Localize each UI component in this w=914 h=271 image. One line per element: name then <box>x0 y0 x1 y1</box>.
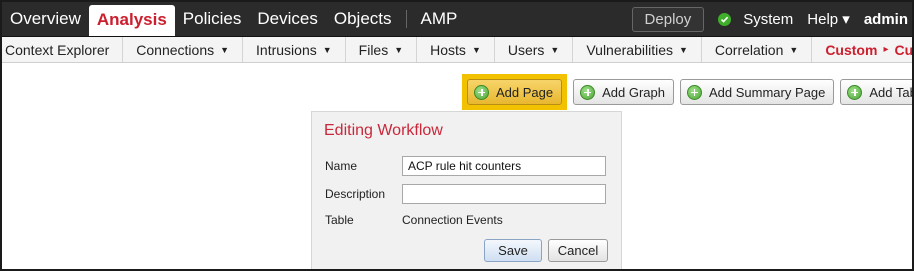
add-circle-icon <box>847 84 863 100</box>
subnav-correlation[interactable]: Correlation ▼ <box>702 37 813 62</box>
name-field[interactable] <box>402 156 606 176</box>
subnav-label: Files <box>358 41 389 58</box>
nav-divider <box>405 10 407 28</box>
add-summary-page-label: Add Summary Page <box>708 84 826 100</box>
subnav-label: Connections <box>136 41 215 58</box>
cancel-button[interactable]: Cancel <box>548 239 608 262</box>
add-circle-icon <box>686 84 702 100</box>
nav-objects[interactable]: Objects <box>326 2 400 36</box>
subnav-custom-sub-label: Custom <box>894 41 914 58</box>
add-table-view-label: Add Table View <box>869 84 912 100</box>
caret-down-icon: ▼ <box>550 44 560 55</box>
name-label: Name <box>325 159 358 173</box>
description-field[interactable] <box>402 184 606 204</box>
editing-workflow-panel: Editing Workflow Name Description Table … <box>311 111 622 269</box>
add-table-view-button[interactable]: Add Table View <box>840 79 912 105</box>
subnav-custom[interactable]: Custom ▸ Custom <box>812 37 914 62</box>
nav-devices[interactable]: Devices <box>249 2 325 36</box>
caret-down-icon: ▼ <box>220 44 230 55</box>
add-graph-label: Add Graph <box>602 84 665 100</box>
user-menu[interactable]: admin <box>864 11 908 28</box>
caret-down-icon: ▼ <box>789 44 799 55</box>
subnav-label: Intrusions <box>256 41 317 58</box>
nav-analysis[interactable]: Analysis <box>88 5 175 36</box>
panel-title: Editing Workflow <box>324 122 443 139</box>
add-summary-page-button[interactable]: Add Summary Page <box>679 79 835 105</box>
table-label: Table <box>325 213 354 227</box>
add-circle-icon <box>580 84 596 100</box>
breadcrumb-arrow-icon: ▸ <box>883 44 889 55</box>
deploy-button[interactable]: Deploy <box>631 6 705 32</box>
caret-down-icon: ▼ <box>678 44 688 55</box>
subnav-label: Users <box>507 41 545 58</box>
description-label: Description <box>325 187 386 201</box>
add-page-button[interactable]: Add Page <box>467 79 563 105</box>
help-menu[interactable]: Help ▾ <box>807 10 850 28</box>
subnav-hosts[interactable]: Hosts ▼ <box>417 37 495 62</box>
add-graph-button[interactable]: Add Graph <box>573 79 674 105</box>
caret-down-icon: ▼ <box>471 44 481 55</box>
add-page-label: Add Page <box>496 84 554 100</box>
check-circle-icon[interactable] <box>718 12 732 26</box>
workflow-toolbar: Add Page Add Graph Add Summary Page Add … <box>462 74 912 110</box>
top-nav-right: Deploy System Help ▾ admin <box>631 2 912 36</box>
subnav-label: Context Explorer <box>5 41 110 58</box>
table-value: Connection Events <box>402 213 503 227</box>
subnav-users[interactable]: Users ▼ <box>495 37 574 62</box>
add-circle-icon <box>474 84 489 100</box>
highlight-callout: Add Page <box>462 74 568 110</box>
nav-policies[interactable]: Policies <box>175 2 250 36</box>
subnav-label: Vulnerabilities <box>586 41 673 58</box>
subnav-context-explorer[interactable]: Context Explorer <box>2 37 124 62</box>
nav-amp[interactable]: AMP <box>413 2 466 36</box>
save-button[interactable]: Save <box>484 239 542 262</box>
top-nav-bar: Overview Analysis Policies Devices Objec… <box>2 2 912 37</box>
analysis-sub-nav: Context Explorer Connections ▼ Intrusion… <box>2 37 914 63</box>
app-window: Overview Analysis Policies Devices Objec… <box>0 0 914 271</box>
subnav-custom-label: Custom <box>825 41 878 58</box>
system-menu[interactable]: System <box>743 11 793 28</box>
nav-overview[interactable]: Overview <box>2 2 89 36</box>
caret-down-icon: ▼ <box>394 44 404 55</box>
subnav-vulnerabilities[interactable]: Vulnerabilities ▼ <box>573 37 702 62</box>
subnav-label: Correlation <box>714 41 784 58</box>
subnav-label: Hosts <box>430 41 466 58</box>
caret-down-icon: ▼ <box>322 44 332 55</box>
subnav-intrusions[interactable]: Intrusions ▼ <box>243 37 346 62</box>
subnav-connections[interactable]: Connections ▼ <box>123 37 244 62</box>
subnav-files[interactable]: Files ▼ <box>346 37 418 62</box>
